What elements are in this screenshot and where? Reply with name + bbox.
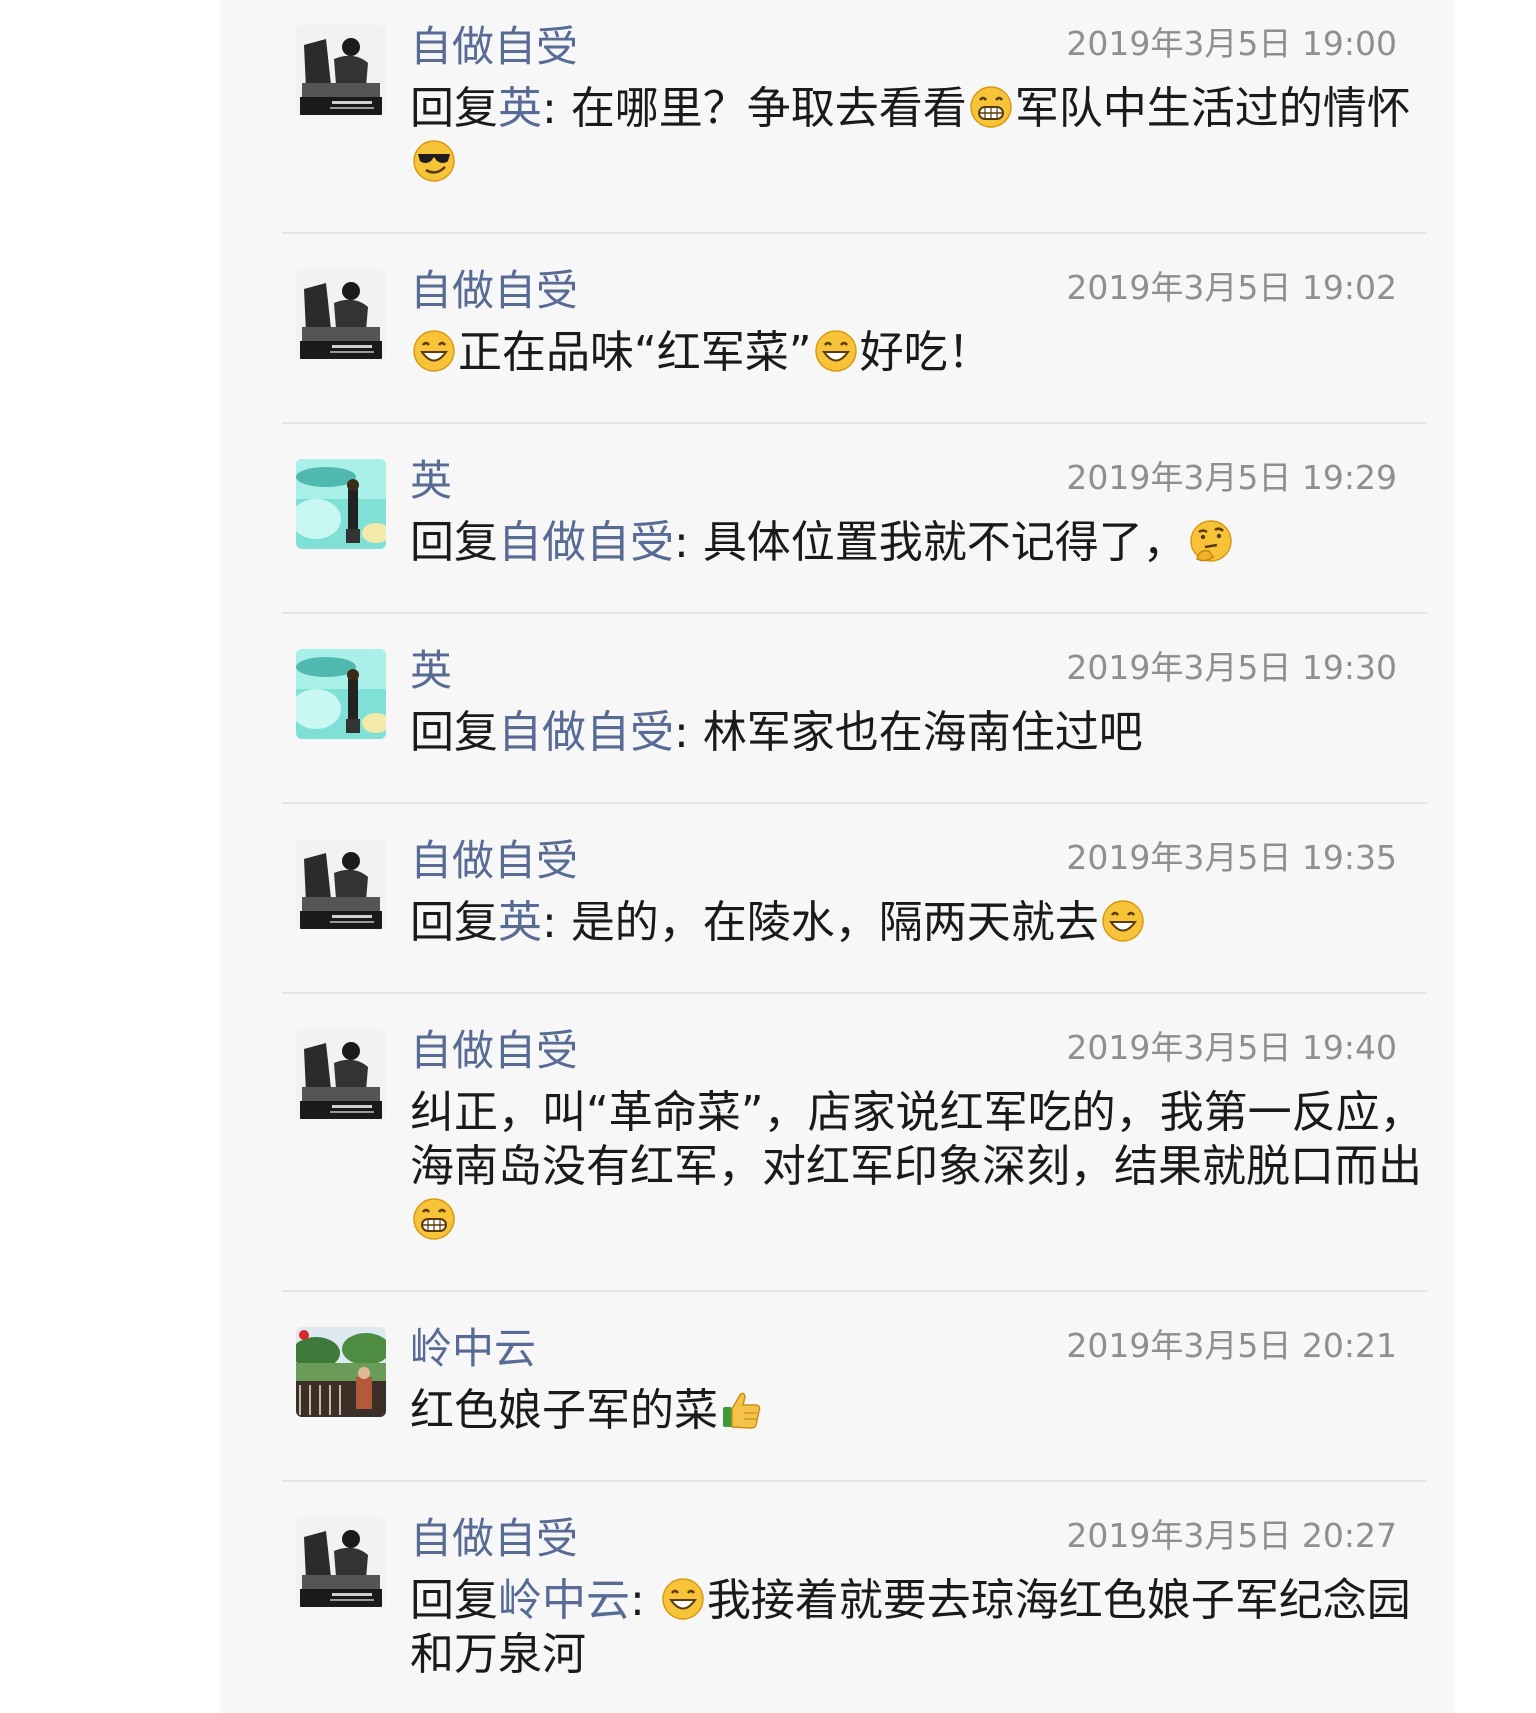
comment-text: 红色娘子军的菜 <box>410 1384 1430 1438</box>
comment-text: 回复自做自受: 具体位置我就不记得了， <box>410 516 1430 570</box>
comment-timestamp: 2019年3月5日 20:27 <box>1066 1516 1397 1555</box>
reply-target-name[interactable]: 英 <box>498 897 542 948</box>
reply-target-name[interactable]: 英 <box>498 83 542 134</box>
comment-item: 英 2019年3月5日 19:30 回复自做自受: 林军家也在海南住过吧 <box>282 624 1427 802</box>
comment-divider <box>282 992 1427 994</box>
grin-emoji-icon <box>412 1197 456 1241</box>
comment-item: 自做自受 2019年3月5日 19:00 回复英: 在哪里？争取去看看 军队中生活… <box>282 0 1427 232</box>
reply-prefix: 回复 <box>410 517 498 568</box>
comment-timestamp: 2019年3月5日 20:21 <box>1066 1326 1397 1365</box>
comment-text: 回复岭中云: 我接着就要去琼海红色娘子军纪念园和万泉河 <box>410 1574 1430 1682</box>
reply-prefix: 回复 <box>410 707 498 758</box>
text-segment: 具体位置我就不记得了， <box>702 517 1187 568</box>
comment-text: 回复自做自受: 林军家也在海南住过吧 <box>410 706 1430 760</box>
comment-timestamp: 2019年3月5日 19:02 <box>1066 268 1397 307</box>
reply-colon: : <box>674 707 703 758</box>
reply-colon: : <box>542 83 571 134</box>
thumbs-up-emoji-icon <box>720 1387 764 1431</box>
comment-text: 回复英: 是的，在陵水，隔两天就去 <box>410 896 1430 950</box>
avatar[interactable] <box>296 1029 386 1119</box>
avatar[interactable] <box>296 269 386 359</box>
comment-divider <box>282 232 1427 234</box>
smile-emoji-icon <box>661 1577 705 1621</box>
comment-divider <box>282 1480 1427 1482</box>
avatar[interactable] <box>296 25 386 115</box>
comment-author[interactable]: 自做自受 <box>410 832 578 890</box>
comments-panel: 自做自受 2019年3月5日 19:00 回复英: 在哪里？争取去看看 军队中生活… <box>220 0 1455 1713</box>
comment-timestamp: 2019年3月5日 19:40 <box>1066 1028 1397 1067</box>
text-segment: 是的，在陵水，隔两天就去 <box>570 897 1099 948</box>
reply-prefix: 回复 <box>410 1575 498 1626</box>
text-segment: 军队中生活过的情怀 <box>1014 83 1411 134</box>
avatar[interactable] <box>296 839 386 929</box>
grin-emoji-icon <box>969 85 1013 129</box>
comment-divider <box>282 802 1427 804</box>
text-segment: 林军家也在海南住过吧 <box>702 707 1143 758</box>
text-segment: 在哪里？争取去看看 <box>570 83 967 134</box>
avatar[interactable] <box>296 1327 386 1417</box>
reply-prefix: 回复 <box>410 897 498 948</box>
text-segment: 纠正，叫“革命菜”，店家说红军吃的，我第一反应，海南岛没有红军，对红军印象深刻，… <box>410 1087 1424 1192</box>
smile-emoji-icon <box>814 329 858 373</box>
comment-author[interactable]: 英 <box>410 452 452 510</box>
reply-colon: : <box>674 517 703 568</box>
comment-text: 回复英: 在哪里？争取去看看 军队中生活过的情怀 <box>410 82 1430 190</box>
reply-target-name[interactable]: 自做自受 <box>498 707 674 758</box>
comment-item: 岭中云 2019年3月5日 20:21 红色娘子军的菜 <box>282 1302 1427 1480</box>
comment-item: 自做自受 2019年3月5日 19:02 正在品味“红军菜” 好吃！ <box>282 244 1427 422</box>
comment-divider <box>282 422 1427 424</box>
comment-author[interactable]: 自做自受 <box>410 262 578 320</box>
thinking-emoji-icon <box>1189 519 1233 563</box>
avatar[interactable] <box>296 649 386 739</box>
comment-timestamp: 2019年3月5日 19:29 <box>1066 458 1397 497</box>
avatar[interactable] <box>296 1517 386 1607</box>
comment-timestamp: 2019年3月5日 19:00 <box>1066 24 1397 63</box>
comment-author[interactable]: 自做自受 <box>410 1510 578 1568</box>
cool-emoji-icon <box>412 139 456 183</box>
comment-item: 自做自受 2019年3月5日 19:40 纠正，叫“革命菜”，店家说红军吃的，我… <box>282 1004 1427 1290</box>
text-segment: 好吃！ <box>859 327 992 378</box>
text-segment: 正在品味“红军菜” <box>458 327 812 378</box>
comment-author[interactable]: 英 <box>410 642 452 700</box>
reply-colon: : <box>542 897 571 948</box>
comment-divider <box>282 1290 1427 1292</box>
comment-item: 自做自受 2019年3月5日 19:35 回复英: 是的，在陵水，隔两天就去 <box>282 814 1427 992</box>
comment-item: 自做自受 2019年3月5日 20:27 回复岭中云: 我接着就要去琼海红色娘子… <box>282 1492 1427 1713</box>
comment-divider <box>282 612 1427 614</box>
avatar[interactable] <box>296 459 386 549</box>
reply-prefix: 回复 <box>410 83 498 134</box>
comment-timestamp: 2019年3月5日 19:30 <box>1066 648 1397 687</box>
comment-author[interactable]: 岭中云 <box>410 1320 536 1378</box>
text-segment: 红色娘子军的菜 <box>410 1385 718 1436</box>
reply-target-name[interactable]: 自做自受 <box>498 517 674 568</box>
smile-emoji-icon <box>412 329 456 373</box>
reply-target-name[interactable]: 岭中云 <box>498 1575 630 1626</box>
smile-emoji-icon <box>1101 899 1145 943</box>
comment-text: 正在品味“红军菜” 好吃！ <box>410 326 1430 380</box>
comment-timestamp: 2019年3月5日 19:35 <box>1066 838 1397 877</box>
reply-colon: : <box>630 1575 659 1626</box>
comment-text: 纠正，叫“革命菜”，店家说红军吃的，我第一反应，海南岛没有红军，对红军印象深刻，… <box>410 1086 1430 1248</box>
comment-item: 英 2019年3月5日 19:29 回复自做自受: 具体位置我就不记得了， <box>282 434 1427 612</box>
comment-author[interactable]: 自做自受 <box>410 18 578 76</box>
comment-author[interactable]: 自做自受 <box>410 1022 578 1080</box>
